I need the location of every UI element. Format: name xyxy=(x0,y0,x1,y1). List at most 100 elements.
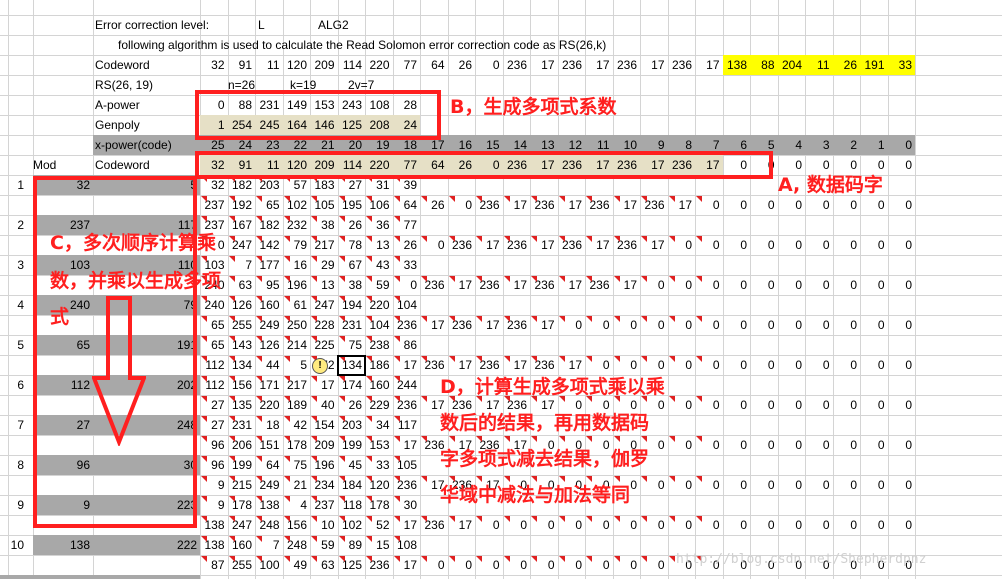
codeword2-cell[interactable]: 0 xyxy=(888,155,912,175)
codeword-cell[interactable]: 0 xyxy=(475,55,500,75)
coef-value[interactable]: 222 xyxy=(93,535,197,555)
xpower-label[interactable]: x-power(code) xyxy=(95,135,200,155)
result-cell[interactable]: 0 xyxy=(778,475,802,495)
codeword2-label[interactable]: Codeword xyxy=(95,155,195,175)
description-text[interactable]: following algorithm is used to calculate… xyxy=(118,35,678,55)
result-cell[interactable]: 0 xyxy=(888,235,912,255)
codeword-cell[interactable]: 26 xyxy=(833,55,857,75)
result-cell[interactable]: 0 xyxy=(750,315,775,335)
row-number[interactable]: 7 xyxy=(0,415,24,435)
codeword-cell[interactable]: 236 xyxy=(503,55,527,75)
result-cell[interactable]: 0 xyxy=(723,475,747,495)
codeword-cell[interactable]: 33 xyxy=(888,55,912,75)
row-number[interactable]: 5 xyxy=(0,335,24,355)
result-cell[interactable]: 0 xyxy=(833,515,857,535)
result-cell[interactable]: 0 xyxy=(888,195,912,215)
result-cell[interactable]: 0 xyxy=(833,475,857,495)
result-cell[interactable]: 0 xyxy=(723,195,747,215)
genpoly-label[interactable]: Genpoly xyxy=(95,115,195,135)
result-cell[interactable]: 0 xyxy=(750,435,775,455)
result-cell[interactable]: 0 xyxy=(888,355,912,375)
row-number[interactable]: 10 xyxy=(0,535,24,555)
xpower-cell[interactable]: 2 xyxy=(833,135,857,155)
result-cell[interactable]: 0 xyxy=(805,435,830,455)
result-cell[interactable]: 0 xyxy=(723,515,747,535)
result-cell[interactable]: 0 xyxy=(750,395,775,415)
result-cell[interactable]: 0 xyxy=(750,515,775,535)
codeword-cell[interactable]: 236 xyxy=(613,55,637,75)
result-cell[interactable]: 0 xyxy=(860,235,885,255)
codeword-cell[interactable]: 91 xyxy=(228,55,252,75)
codeword-cell[interactable]: 114 xyxy=(338,55,362,75)
codeword-cell[interactable]: 17 xyxy=(640,55,664,75)
result-cell[interactable]: 0 xyxy=(888,435,912,455)
codeword-cell[interactable]: 17 xyxy=(530,55,554,75)
mod-label[interactable]: Mod xyxy=(33,155,88,175)
row-number[interactable]: 6 xyxy=(0,375,24,395)
result-cell[interactable]: 0 xyxy=(750,475,775,495)
result-cell[interactable]: 0 xyxy=(860,475,885,495)
result-cell[interactable]: 0 xyxy=(860,395,885,415)
result-cell[interactable]: 0 xyxy=(805,395,830,415)
result-cell[interactable]: 0 xyxy=(888,475,912,495)
result-cell[interactable]: 0 xyxy=(805,355,830,375)
result-cell[interactable]: 0 xyxy=(723,435,747,455)
codeword-cell[interactable]: 17 xyxy=(695,55,719,75)
result-cell[interactable]: 0 xyxy=(778,275,802,295)
selected-cell[interactable] xyxy=(336,355,366,376)
row-number[interactable]: 1 xyxy=(0,175,24,195)
codeword-cell[interactable]: 64 xyxy=(420,55,444,75)
result-cell[interactable]: 0 xyxy=(778,315,802,335)
codeword-cell[interactable]: 11 xyxy=(805,55,829,75)
result-cell[interactable]: 0 xyxy=(723,395,747,415)
codeword-cell[interactable]: 120 xyxy=(283,55,307,75)
result-cell[interactable]: 0 xyxy=(778,355,802,375)
row-number[interactable]: 3 xyxy=(0,255,24,275)
result-cell[interactable]: 0 xyxy=(750,235,775,255)
result-cell[interactable]: 0 xyxy=(833,235,857,255)
codeword-cell[interactable]: 77 xyxy=(393,55,417,75)
result-cell[interactable]: 0 xyxy=(888,515,912,535)
result-cell[interactable]: 0 xyxy=(833,435,857,455)
codeword-label[interactable]: Codeword xyxy=(95,55,195,75)
result-cell[interactable]: 0 xyxy=(723,355,747,375)
result-cell[interactable]: 0 xyxy=(750,355,775,375)
codeword-cell[interactable]: 32 xyxy=(200,55,224,75)
error-level-value[interactable]: L xyxy=(258,15,288,35)
result-cell[interactable]: 0 xyxy=(805,475,830,495)
xpower-cell[interactable]: 3 xyxy=(805,135,830,155)
result-cell[interactable]: 0 xyxy=(833,275,857,295)
result-cell[interactable]: 0 xyxy=(750,275,775,295)
result-cell[interactable]: 0 xyxy=(805,315,830,335)
result-cell[interactable]: 0 xyxy=(778,435,802,455)
result-cell[interactable]: 0 xyxy=(805,275,830,295)
result-cell[interactable]: 0 xyxy=(778,395,802,415)
result-cell[interactable]: 0 xyxy=(860,275,885,295)
apower-label[interactable]: A-power xyxy=(95,95,195,115)
result-cell[interactable]: 0 xyxy=(833,315,857,335)
result-cell[interactable]: 0 xyxy=(750,195,775,215)
result-cell[interactable]: 0 xyxy=(860,515,885,535)
result-cell[interactable]: 0 xyxy=(805,235,830,255)
codeword-cell[interactable]: 138 xyxy=(723,55,747,75)
error-level-label[interactable]: Error correction level: xyxy=(95,15,235,35)
result-cell[interactable]: 0 xyxy=(778,235,802,255)
result-cell[interactable]: 0 xyxy=(723,315,747,335)
row-number[interactable]: 2 xyxy=(0,215,24,235)
codeword-cell[interactable]: 11 xyxy=(255,55,279,75)
codeword-cell[interactable]: 236 xyxy=(668,55,692,75)
codeword-cell[interactable]: 88 xyxy=(750,55,774,75)
algorithm-label[interactable]: ALG2 xyxy=(318,15,368,35)
result-cell[interactable]: 0 xyxy=(723,235,747,255)
result-cell[interactable]: 0 xyxy=(833,395,857,415)
xpower-cell[interactable]: 1 xyxy=(860,135,885,155)
result-cell[interactable]: 0 xyxy=(833,355,857,375)
xpower-cell[interactable]: 0 xyxy=(888,135,912,155)
result-cell[interactable]: 0 xyxy=(860,355,885,375)
row-number[interactable]: 4 xyxy=(0,295,24,315)
result-cell[interactable]: 0 xyxy=(888,275,912,295)
row-number[interactable]: 8 xyxy=(0,455,24,475)
result-cell[interactable]: 0 xyxy=(888,315,912,335)
row-number[interactable]: 9 xyxy=(0,495,24,515)
result-cell[interactable]: 0 xyxy=(888,395,912,415)
